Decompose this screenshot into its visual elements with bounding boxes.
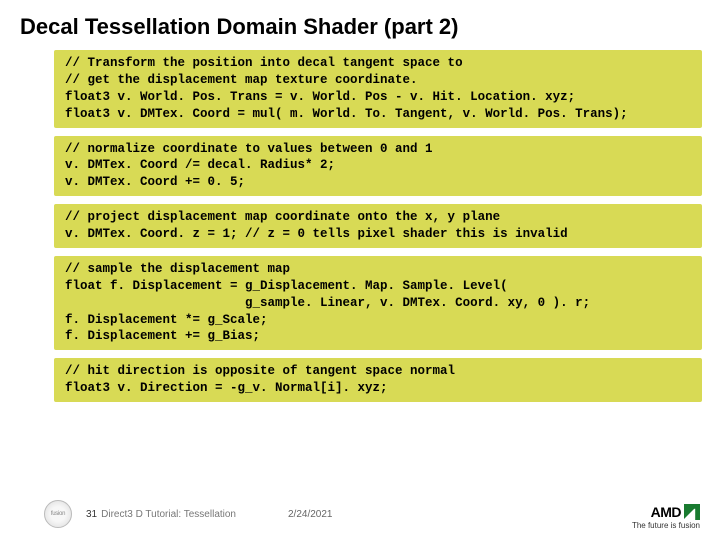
code-block-1: // Transform the position into decal tan… [54, 50, 702, 128]
code-content: // Transform the position into decal tan… [0, 50, 720, 402]
amd-arrow-icon [684, 504, 700, 520]
code-block-2: // normalize coordinate to values betwee… [54, 136, 702, 197]
footer-date: 2/24/2021 [288, 509, 333, 520]
code-block-5: // hit direction is opposite of tangent … [54, 358, 702, 402]
amd-tagline: The future is fusion [632, 521, 700, 530]
slide-footer: fusion 31 Direct3 D Tutorial: Tessellati… [0, 500, 720, 528]
tutorial-label: Direct3 D Tutorial: Tessellation [101, 509, 236, 520]
amd-mark: AMD [632, 504, 700, 520]
fusion-logo-icon: fusion [44, 500, 72, 528]
amd-brand-text: AMD [651, 504, 681, 520]
page-number: 31 [86, 509, 97, 520]
slide-title: Decal Tessellation Domain Shader (part 2… [0, 0, 720, 50]
code-block-3: // project displacement map coordinate o… [54, 204, 702, 248]
code-block-4: // sample the displacement map float f. … [54, 256, 702, 350]
amd-logo: AMD The future is fusion [632, 504, 700, 530]
